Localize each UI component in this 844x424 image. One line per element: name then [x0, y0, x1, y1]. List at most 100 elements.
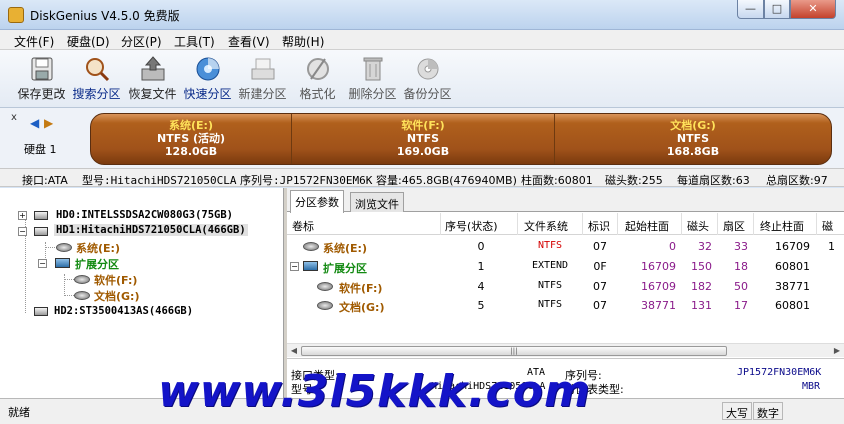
tab-browse-files[interactable]: 浏览文件 [350, 192, 404, 212]
partition-icon [56, 243, 72, 252]
collapse-icon[interactable]: − [38, 259, 47, 268]
delete-icon [358, 55, 388, 83]
title-bar: DiskGenius V4.5.0 免费版 — □ ✕ [0, 0, 844, 30]
col-sep [617, 213, 618, 235]
col-id[interactable]: 标识 [588, 218, 610, 234]
disk-label: 硬盘 1 [24, 143, 57, 156]
menu-tools[interactable]: 工具(T) [174, 33, 215, 50]
disk-map-bar: x ◀ ▶ 硬盘 1 系统(E:) NTFS (活动) 128.0GB 软件(F… [0, 108, 844, 168]
extended-partition-icon [55, 258, 70, 268]
search-icon [82, 55, 112, 83]
menu-partition[interactable]: 分区(P) [121, 33, 162, 50]
disk-sectors-per-track: 每道扇区数:63 [677, 174, 750, 187]
tree-line [64, 279, 74, 280]
menu-file[interactable]: 文件(F) [14, 33, 54, 50]
window-title: DiskGenius V4.5.0 免费版 [30, 9, 180, 23]
col-sep [582, 213, 583, 235]
col-sep [517, 213, 518, 235]
partition-icon [74, 291, 90, 300]
disk-icon [34, 211, 48, 220]
maximize-button[interactable]: □ [764, 0, 790, 19]
table-header: 卷标 序号(状态) 文件系统 标识 起始柱面 磁头 扇区 终止柱面 磁 [287, 213, 844, 235]
collapse-icon[interactable]: − [290, 262, 299, 271]
partition-icon [317, 282, 333, 291]
tree-item-extended[interactable]: − 扩展分区 [38, 256, 238, 272]
format-button[interactable]: 格式化 [290, 52, 345, 106]
tab-strip: 分区参数 浏览文件 [287, 188, 844, 213]
table-row[interactable]: 文档(G:) 5 NTFS 07 38771 131 17 60801 [287, 296, 844, 315]
col-sep [681, 213, 682, 235]
menu-disk[interactable]: 硬盘(D) [67, 33, 110, 50]
horizontal-scrollbar[interactable]: ◀ ||| ▶ [287, 343, 844, 357]
col-volume[interactable]: 卷标 [292, 218, 314, 234]
new-partition-button[interactable]: 新建分区 [235, 52, 290, 106]
col-filesystem[interactable]: 文件系统 [524, 218, 568, 234]
extended-partition-icon [303, 261, 318, 271]
quick-partition-button[interactable]: 快速分区 [180, 52, 235, 106]
recover-files-button[interactable]: 恢复文件 [125, 52, 180, 106]
close-diskbar-icon[interactable]: x [11, 112, 17, 123]
menu-help[interactable]: 帮助(H) [282, 33, 324, 50]
col-sep [717, 213, 718, 235]
menu-view[interactable]: 查看(V) [228, 33, 270, 50]
disk-serial: 序列号:JP1572FN30EM6K [240, 174, 373, 187]
minimize-button[interactable]: — [737, 0, 764, 19]
scroll-left-icon[interactable]: ◀ [287, 345, 301, 357]
new-partition-icon [248, 55, 278, 83]
recover-icon [138, 55, 168, 83]
menu-bar: 文件(F) 硬盘(D) 分区(P) 工具(T) 查看(V) 帮助(H) [0, 30, 844, 50]
col-sep [753, 213, 754, 235]
backup-partition-button[interactable]: 备份分区 [400, 52, 455, 106]
expand-icon[interactable]: + [18, 211, 27, 220]
num-lock-indicator: 数字 [753, 402, 783, 420]
col-end-cylinder[interactable]: 终止柱面 [760, 218, 804, 234]
disk-total-sectors: 总扇区数:97 [766, 174, 828, 187]
format-icon [303, 55, 333, 83]
next-disk-icon[interactable]: ▶ [44, 116, 54, 130]
disk-heads: 磁头数:255 [605, 174, 663, 187]
table-row[interactable]: 系统(E:) 0 NTFS 07 0 32 33 16709 1 [287, 237, 844, 256]
disk-interface: 接口:ATA [22, 174, 68, 187]
backup-icon [413, 55, 443, 83]
table-row[interactable]: − 扩展分区 1 EXTEND 0F 16709 150 18 60801 [287, 257, 844, 276]
col-start-cylinder[interactable]: 起始柱面 [625, 218, 669, 234]
tab-partition-params[interactable]: 分区参数 [290, 190, 344, 213]
caps-lock-indicator: 大写 [722, 402, 752, 420]
col-sep [440, 213, 441, 235]
col-more[interactable]: 磁 [822, 218, 833, 234]
serial-value: JP1572FN30EM6K [737, 367, 822, 378]
partition-segment-doc[interactable]: 文档(G:) NTFS 168.8GB [555, 114, 831, 164]
app-icon [8, 7, 24, 23]
tree-line [64, 295, 74, 296]
save-changes-button[interactable]: 保存更改 [14, 52, 69, 106]
partition-icon [74, 275, 90, 284]
col-sector[interactable]: 扇区 [723, 218, 745, 234]
col-index[interactable]: 序号(状态) [445, 218, 498, 234]
partition-segment-soft[interactable]: 软件(F:) NTFS 169.0GB [292, 114, 554, 164]
watermark: www.3l5kkk.com [158, 366, 591, 417]
status-text: 就绪 [8, 406, 30, 419]
prev-disk-icon[interactable]: ◀ [30, 116, 40, 130]
scroll-thumb[interactable]: ||| [301, 346, 727, 356]
scroll-right-icon[interactable]: ▶ [830, 345, 844, 357]
partition-table-value: MBR [802, 381, 821, 392]
collapse-icon[interactable]: − [18, 227, 27, 236]
partition-icon [303, 242, 319, 251]
disk-model: 型号:HitachiHDS721050CLA [82, 174, 237, 187]
close-button[interactable]: ✕ [790, 0, 836, 19]
disk-capacity: 容量:465.8GB(476940MB) [376, 174, 517, 187]
tree-item-hd0[interactable]: + HD0:INTELSSDSA2CW080G3(75GB) [18, 208, 278, 224]
tree-item-hd1[interactable]: − HD1:HitachiHDS721050CLA(466GB) [18, 224, 278, 240]
table-row[interactable]: 软件(F:) 4 NTFS 07 16709 182 50 38771 [287, 277, 844, 296]
toolbar: 保存更改 搜索分区 恢复文件 快速分区 新建分区 格式化 删除分区 备份分区 [0, 50, 844, 108]
delete-partition-button[interactable]: 删除分区 [345, 52, 400, 106]
col-head[interactable]: 磁头 [687, 218, 709, 234]
search-partition-button[interactable]: 搜索分区 [69, 52, 124, 106]
col-sep [816, 213, 817, 235]
disk-info-bar: 接口:ATA 型号:HitachiHDS721050CLA 序列号:JP1572… [0, 168, 844, 187]
tree-line [64, 274, 65, 296]
partition-segment-sys[interactable]: 系统(E:) NTFS (活动) 128.0GB [91, 114, 291, 164]
disk-icon [34, 307, 48, 316]
save-icon [27, 55, 57, 83]
tree-item-hd2[interactable]: HD2:ST3500413AS(466GB) [34, 304, 274, 320]
